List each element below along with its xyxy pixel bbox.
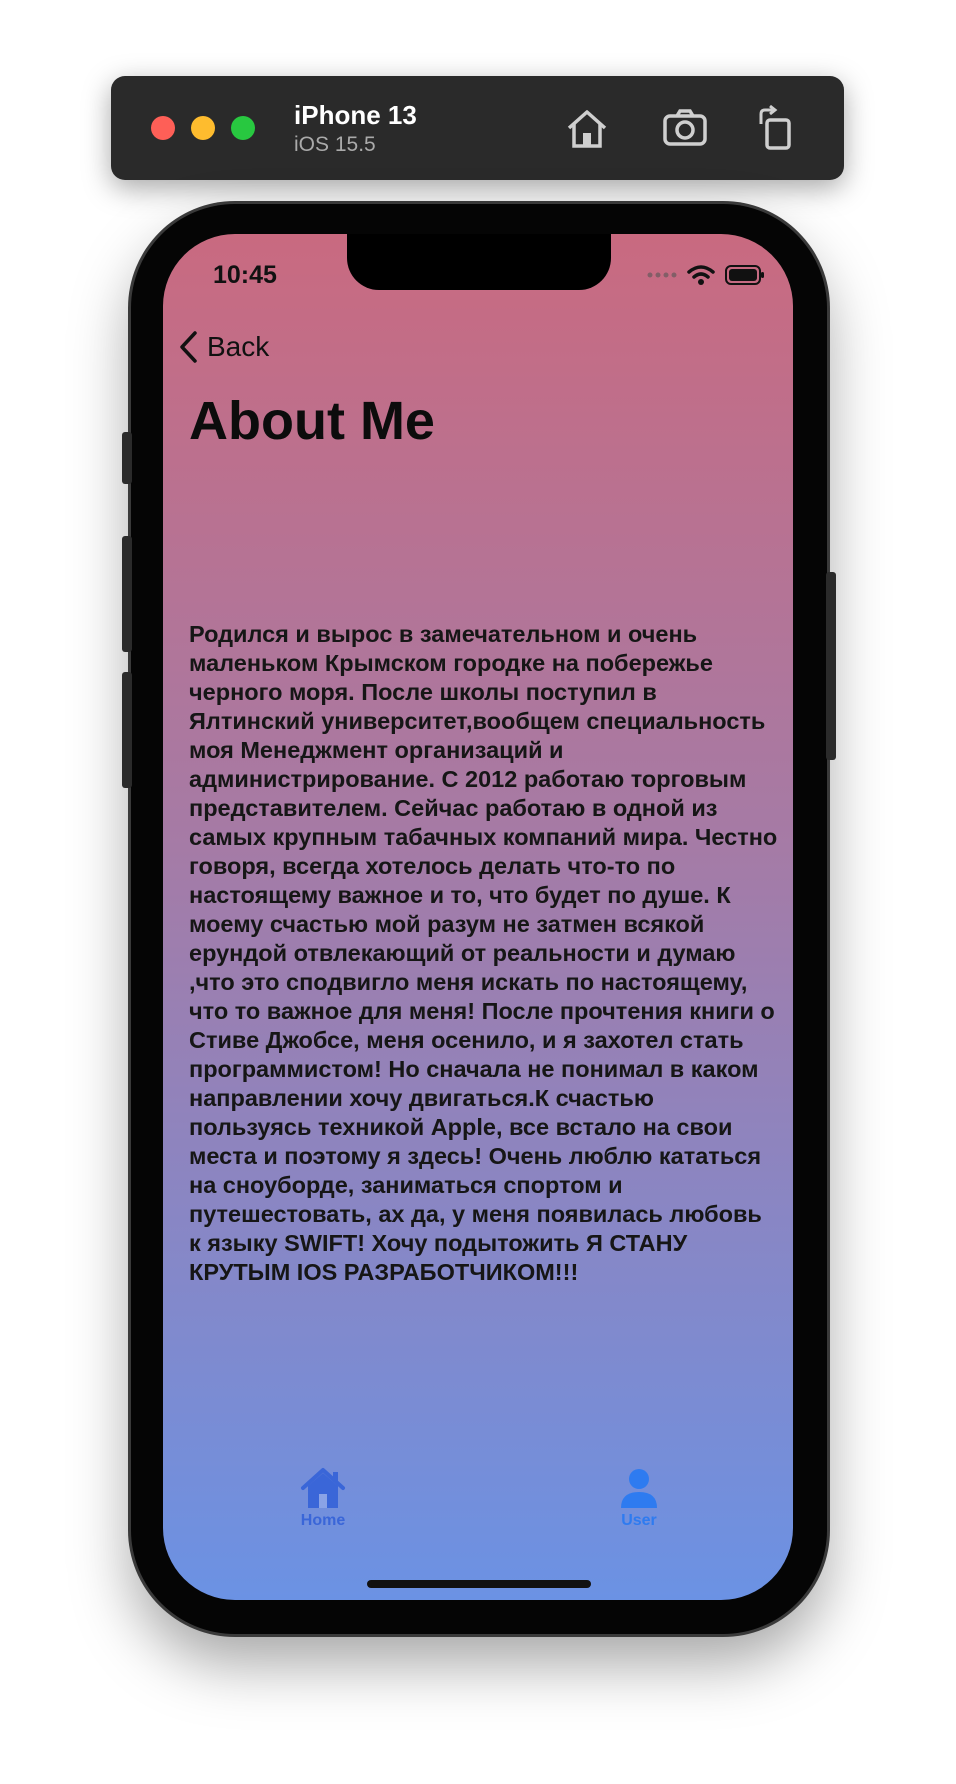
signal-icon bbox=[647, 272, 677, 278]
tab-home-label: Home bbox=[300, 1512, 346, 1529]
back-button[interactable]: Back bbox=[177, 330, 269, 364]
sim-rotate-button[interactable] bbox=[751, 102, 803, 154]
screenshot-icon bbox=[663, 109, 707, 146]
back-label: Back bbox=[207, 331, 270, 362]
tab-home[interactable]: Home bbox=[263, 1466, 383, 1530]
battery-icon bbox=[725, 265, 764, 285]
phone-screen: 10:45 Back About Me Родился и вырос в за… bbox=[163, 234, 793, 1600]
zoom-window-button[interactable] bbox=[231, 116, 255, 140]
chevron-left-icon bbox=[180, 331, 197, 363]
home-icon bbox=[567, 110, 607, 148]
os-version: iOS 15.5 bbox=[294, 133, 376, 156]
notch bbox=[347, 234, 611, 290]
about-text: Родился и вырос в замечательном и очень … bbox=[189, 621, 778, 1285]
minimize-window-button[interactable] bbox=[191, 116, 215, 140]
mute-switch bbox=[122, 432, 132, 484]
home-indicator bbox=[367, 1580, 591, 1588]
device-name: iPhone 13 bbox=[294, 100, 417, 130]
house-icon bbox=[301, 1468, 345, 1508]
tab-bar: Home User bbox=[163, 1466, 793, 1546]
page-title: About Me bbox=[189, 391, 435, 451]
status-time: 10:45 bbox=[213, 261, 277, 289]
rotate-icon bbox=[759, 104, 791, 150]
simulator-toolbar: iPhone 13 iOS 15.5 bbox=[111, 76, 844, 180]
status-icons bbox=[647, 264, 765, 286]
volume-up-button bbox=[122, 536, 132, 652]
sim-home-button[interactable] bbox=[561, 102, 613, 154]
person-icon bbox=[621, 1469, 657, 1508]
tab-user[interactable]: User bbox=[579, 1466, 699, 1530]
power-button bbox=[826, 572, 836, 760]
close-window-button[interactable] bbox=[151, 116, 175, 140]
tab-user-label: User bbox=[621, 1512, 657, 1529]
sim-screenshot-button[interactable] bbox=[659, 102, 711, 154]
volume-down-button bbox=[122, 672, 132, 788]
wifi-icon bbox=[687, 265, 715, 285]
